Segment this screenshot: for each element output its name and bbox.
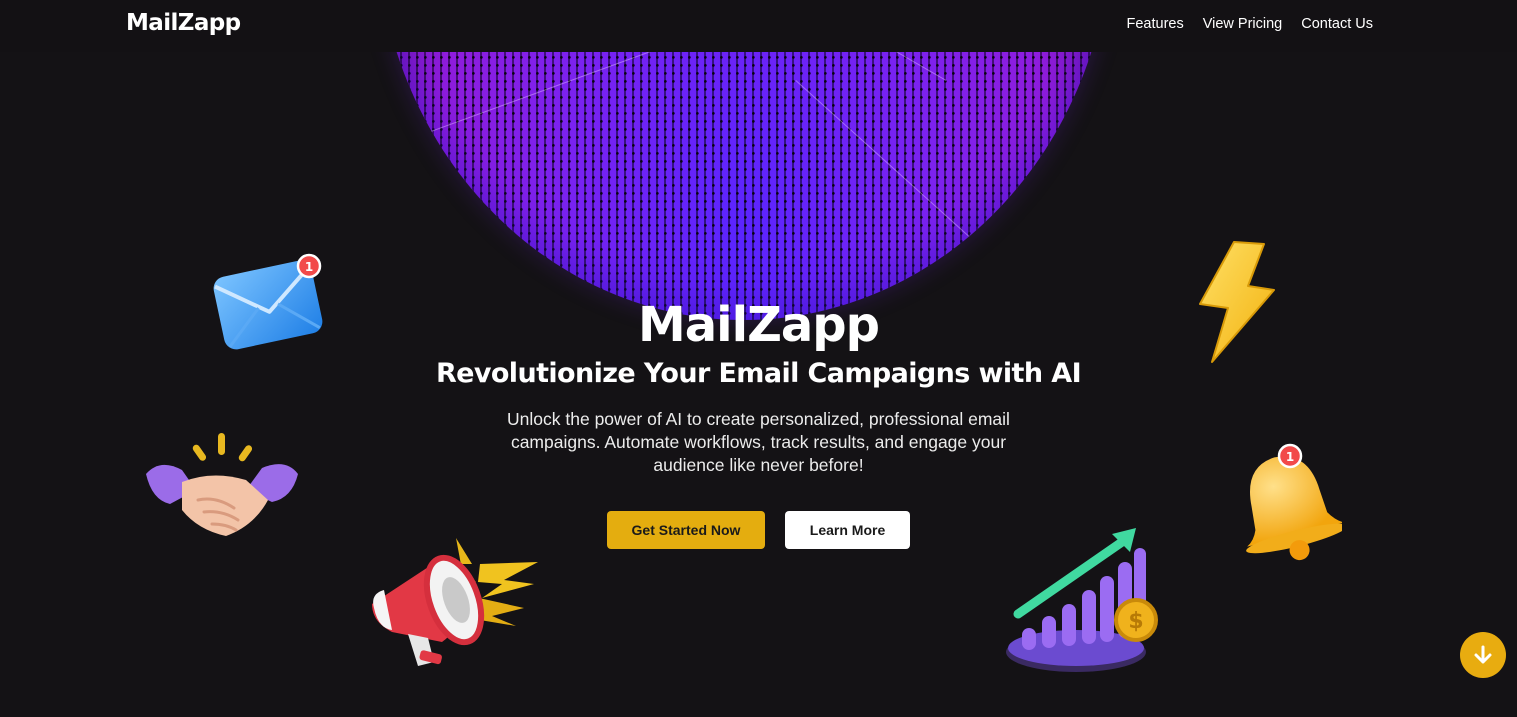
megaphone-icon xyxy=(364,534,544,679)
learn-more-button[interactable]: Learn More xyxy=(785,511,910,549)
hero-subtitle: Revolutionize Your Email Campaigns with … xyxy=(435,358,1082,389)
get-started-button[interactable]: Get Started Now xyxy=(607,511,765,549)
nav-link-view-pricing[interactable]: View Pricing xyxy=(1203,16,1283,32)
landing-page: MailZapp Features View Pricing Contact U… xyxy=(0,0,1517,717)
envelope-badge: 1 xyxy=(305,260,313,274)
scroll-down-button[interactable] xyxy=(1460,632,1506,678)
navbar: MailZapp Features View Pricing Contact U… xyxy=(0,0,1517,52)
brand-logo[interactable]: MailZapp xyxy=(126,10,241,36)
coin-symbol: $ xyxy=(1128,609,1143,634)
hero-description: Unlock the power of AI to create persona… xyxy=(507,409,1010,475)
cta-row: Get Started Now Learn More xyxy=(0,511,1517,549)
nav-links: Features View Pricing Contact Us xyxy=(1127,16,1374,32)
hero-section: MailZapp Revolutionize Your Email Campai… xyxy=(0,296,1517,549)
hero-title: MailZapp xyxy=(638,297,880,353)
nav-link-contact-us[interactable]: Contact Us xyxy=(1301,16,1373,32)
nav-link-features[interactable]: Features xyxy=(1127,16,1184,32)
arrow-down-icon xyxy=(1474,645,1492,664)
